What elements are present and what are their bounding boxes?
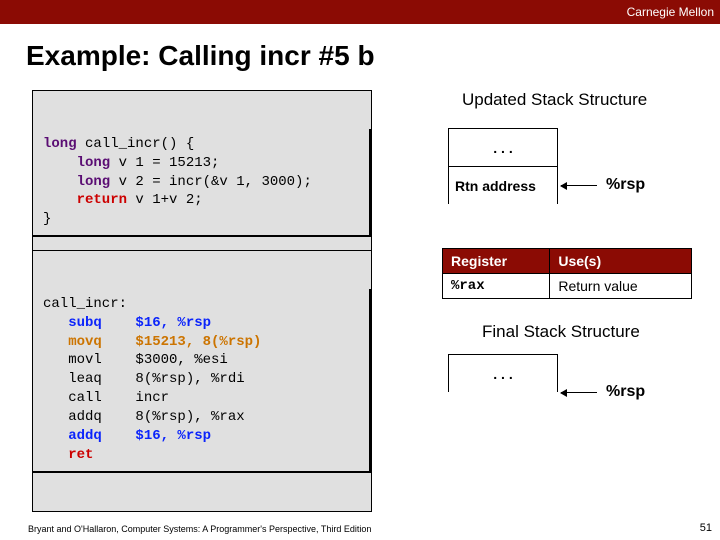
c-l1-kw: long <box>43 136 77 152</box>
table-header-row: Register Use(s) <box>443 249 692 274</box>
brand-label: Carnegie Mellon <box>627 5 714 19</box>
asm-r1-arg: $16, %rsp <box>102 315 211 331</box>
asm-r2-arg: $15213, 8(%rsp) <box>102 334 262 350</box>
asm-r3-arg: $3000, %esi <box>102 352 228 368</box>
c-l1-rest: call_incr() { <box>77 136 195 152</box>
asm-r6-arg: 8(%rsp), %rax <box>102 409 245 425</box>
slide-title: Example: Calling incr #5 b <box>26 40 720 72</box>
asm-r7-op: addq <box>43 428 102 444</box>
stack1-cell-ellipsis: . . . <box>449 129 557 167</box>
footer-citation: Bryant and O'Hallaron, Computer Systems:… <box>28 524 371 534</box>
register-table: Register Use(s) %rax Return value <box>442 248 692 299</box>
final-stack-box: . . . <box>448 354 558 392</box>
asm-r1-op: subq <box>43 315 102 331</box>
rsp-label-1: %rsp <box>606 176 645 194</box>
updated-stack-title: Updated Stack Structure <box>462 90 647 110</box>
c-l3-kw: long <box>43 174 110 190</box>
asm-r4-arg: 8(%rsp), %rdi <box>102 371 245 387</box>
asm-r3-op: movl <box>43 352 102 368</box>
table-row: %rax Return value <box>443 274 692 299</box>
stack1-cell-rtn: Rtn address <box>449 167 557 205</box>
c-code-box: long call_incr() { long v 1 = 15213; lon… <box>32 90 372 276</box>
c-l4-rest: v 1+v 2; <box>127 192 203 208</box>
c-code-inner: long call_incr() { long v 1 = 15213; lon… <box>33 129 371 237</box>
arrow-rsp-2 <box>561 392 597 393</box>
regtable-h1: Use(s) <box>550 249 692 274</box>
regtable-r0c1: Return value <box>550 274 692 299</box>
asm-r6-op: addq <box>43 409 102 425</box>
asm-r4-op: leaq <box>43 371 102 387</box>
asm-r8: ret <box>43 447 93 463</box>
asm-code-inner: call_incr: subq $16, %rsp movq $15213, 8… <box>33 289 371 473</box>
asm-r7-arg: $16, %rsp <box>102 428 211 444</box>
c-l2-rest: v 1 = 15213; <box>110 155 219 171</box>
asm-code-box: call_incr: subq $16, %rsp movq $15213, 8… <box>32 250 372 512</box>
updated-stack-box: . . . Rtn address <box>448 128 558 204</box>
header-bar: Carnegie Mellon <box>0 0 720 24</box>
c-l5: } <box>43 211 51 227</box>
asm-r5-arg: incr <box>102 390 169 406</box>
slide-content: long call_incr() { long v 1 = 15213; lon… <box>0 90 720 530</box>
regtable-r0c0: %rax <box>443 274 550 299</box>
c-l3-rest: v 2 = incr(&v 1, 3000); <box>110 174 312 190</box>
asm-r5-op: call <box>43 390 102 406</box>
asm-r2-op: movq <box>43 334 102 350</box>
arrow-rsp-1 <box>561 185 597 186</box>
c-l2-kw: long <box>43 155 110 171</box>
c-l4-kw: return <box>43 192 127 208</box>
regtable-h0: Register <box>443 249 550 274</box>
page-number: 51 <box>700 522 712 534</box>
asm-label: call_incr: <box>43 296 127 312</box>
final-stack-title: Final Stack Structure <box>482 322 640 342</box>
rsp-label-2: %rsp <box>606 383 645 401</box>
stack2-cell-ellipsis: . . . <box>449 355 557 393</box>
